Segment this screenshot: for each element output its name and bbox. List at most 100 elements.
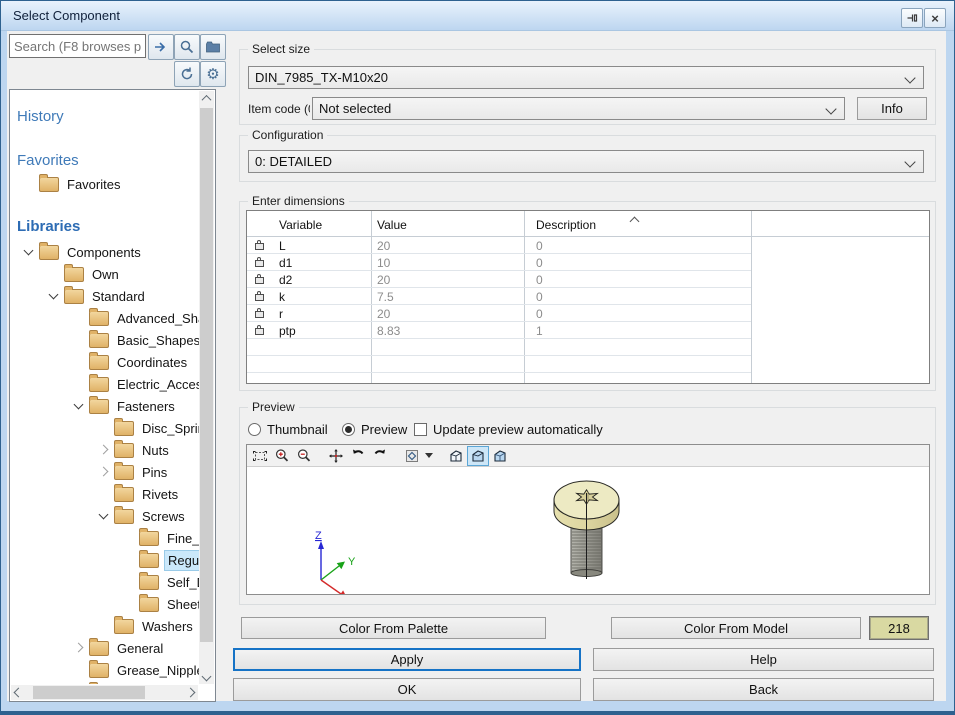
search-input[interactable] — [9, 34, 146, 58]
dim-value[interactable]: 7.5 — [377, 290, 394, 304]
chevron-right-icon[interactable] — [96, 442, 112, 458]
chevron-down-icon[interactable] — [21, 244, 37, 260]
item-code-combobox[interactable]: Not selected — [312, 97, 845, 120]
zoom-in-button[interactable] — [271, 446, 293, 466]
chevron-down-icon[interactable] — [46, 288, 62, 304]
pin-button[interactable] — [901, 8, 923, 28]
center-target-button[interactable] — [401, 446, 423, 466]
help-button[interactable]: Help — [593, 648, 934, 671]
search-button[interactable] — [174, 34, 200, 60]
pan-button[interactable] — [325, 446, 347, 466]
dim-value[interactable]: 10 — [377, 256, 390, 270]
tree-section-history[interactable]: History — [11, 104, 201, 128]
table-row[interactable]: r 20 0 — [247, 305, 929, 322]
color-from-palette-button[interactable]: Color From Palette — [241, 617, 546, 639]
tree-item-fasteners[interactable]: Fasteners — [11, 395, 201, 417]
apply-button[interactable]: Apply — [233, 648, 581, 671]
tree-item-components[interactable]: Components — [11, 241, 201, 263]
tree-item-sheet-metal[interactable]: Sheet_M — [11, 593, 201, 615]
dim-value[interactable]: 20 — [377, 273, 390, 287]
scroll-up-arrow[interactable] — [199, 91, 214, 106]
fit-view-button[interactable] — [249, 446, 271, 466]
tree-item-standard[interactable]: Standard — [11, 285, 201, 307]
table-row[interactable]: L 20 0 — [247, 237, 929, 254]
dimensions-table[interactable]: Variable Value Description L 20 0 d1 10 … — [246, 210, 930, 384]
tree-item-rivets[interactable]: Rivets — [11, 483, 201, 505]
tree-vertical-scrollbar[interactable] — [199, 91, 214, 684]
tree-item-advanced-shapes[interactable]: Advanced_Shape — [11, 307, 201, 329]
tree-item-pins[interactable]: Pins — [11, 461, 201, 483]
chevron-down-icon[interactable] — [96, 508, 112, 524]
horizontal-scroll-thumb[interactable] — [33, 686, 145, 699]
tree-horizontal-scrollbar[interactable] — [11, 685, 198, 700]
settings-button[interactable]: ⚙ — [200, 61, 226, 87]
dim-value[interactable]: 20 — [377, 307, 390, 321]
tree-item-washers[interactable]: Washers — [11, 615, 201, 637]
size-combobox[interactable]: DIN_7985_TX-M10x20 — [248, 66, 924, 89]
table-row[interactable]: d2 20 0 — [247, 271, 929, 288]
checkbox-icon[interactable] — [414, 423, 427, 436]
dim-description[interactable]: 0 — [536, 290, 543, 304]
chevron-down-icon[interactable] — [71, 398, 87, 414]
dropdown-caret-icon[interactable] — [425, 453, 433, 458]
tree-item-basic-shapes[interactable]: Basic_Shapes — [11, 329, 201, 351]
chevron-right-icon[interactable] — [71, 640, 87, 656]
auto-update-checkbox[interactable]: Update preview automatically — [414, 422, 603, 437]
dim-description[interactable]: 1 — [536, 324, 543, 338]
dim-description[interactable]: 0 — [536, 239, 543, 253]
table-row-empty[interactable] — [247, 373, 929, 384]
scroll-right-arrow[interactable] — [183, 685, 198, 700]
render-mode-shaded-edges-button[interactable] — [489, 446, 511, 466]
table-row[interactable]: ptp 8.83 1 — [247, 322, 929, 339]
tree-item-own[interactable]: Own — [11, 263, 201, 285]
rotate-cw-button[interactable] — [369, 446, 391, 466]
header-value[interactable]: Value — [377, 218, 407, 232]
scroll-left-arrow[interactable] — [11, 685, 26, 700]
table-row[interactable]: d1 10 0 — [247, 254, 929, 271]
titlebar[interactable]: Select Component × — [1, 1, 954, 31]
header-description[interactable]: Description — [536, 218, 596, 232]
dim-description[interactable]: 0 — [536, 273, 543, 287]
configuration-combobox[interactable]: 0: DETAILED — [248, 150, 924, 173]
ok-button[interactable]: OK — [233, 678, 581, 701]
table-row-empty[interactable] — [247, 339, 929, 356]
radio-selected-icon[interactable] — [342, 423, 355, 436]
preview-viewport[interactable]: Z Y X — [247, 467, 929, 594]
table-row[interactable]: k 7.5 0 — [247, 288, 929, 305]
preview-radio[interactable]: Preview — [342, 422, 407, 437]
tree-section-libraries[interactable]: Libraries — [11, 214, 201, 238]
thumbnail-radio[interactable]: Thumbnail — [248, 422, 328, 437]
vertical-scroll-thumb[interactable] — [200, 108, 213, 642]
info-button[interactable]: Info — [857, 97, 927, 120]
header-variable[interactable]: Variable — [279, 218, 322, 232]
scroll-down-arrow[interactable] — [199, 669, 214, 684]
tree-item-general[interactable]: General — [11, 637, 201, 659]
dim-description[interactable]: 0 — [536, 307, 543, 321]
tree-item-partial[interactable] — [11, 681, 201, 684]
back-button[interactable]: Back — [593, 678, 934, 701]
radio-icon[interactable] — [248, 423, 261, 436]
dim-description[interactable]: 0 — [536, 256, 543, 270]
zoom-out-button[interactable] — [293, 446, 315, 466]
table-header-row[interactable]: Variable Value Description — [247, 211, 929, 237]
dim-value[interactable]: 20 — [377, 239, 390, 253]
browse-library-button[interactable] — [200, 34, 226, 60]
rotate-ccw-button[interactable] — [347, 446, 369, 466]
tree-item-favorites[interactable]: Favorites — [11, 173, 201, 195]
render-mode-wire-button[interactable] — [445, 446, 467, 466]
tree-item-regular-selected[interactable]: Regular — [11, 549, 201, 571]
close-button[interactable]: × — [924, 8, 946, 28]
render-mode-shaded-button[interactable] — [467, 446, 489, 466]
tree-item-fine-thread[interactable]: Fine_Th — [11, 527, 201, 549]
refresh-button[interactable] — [174, 61, 200, 87]
tree-item-nuts[interactable]: Nuts — [11, 439, 201, 461]
tree-item-coordinates[interactable]: Coordinates — [11, 351, 201, 373]
chevron-right-icon[interactable] — [96, 464, 112, 480]
table-row-empty[interactable] — [247, 356, 929, 373]
tree-item-self-drilling[interactable]: Self_Dri — [11, 571, 201, 593]
tree-item-electric-accessories[interactable]: Electric_Accessor — [11, 373, 201, 395]
tree-item-disc-springs[interactable]: Disc_Springs — [11, 417, 201, 439]
tree-section-favorites[interactable]: Favorites — [11, 148, 201, 172]
dim-value[interactable]: 8.83 — [377, 324, 400, 338]
tree-item-grease-nipples[interactable]: Grease_Nipples — [11, 659, 201, 681]
